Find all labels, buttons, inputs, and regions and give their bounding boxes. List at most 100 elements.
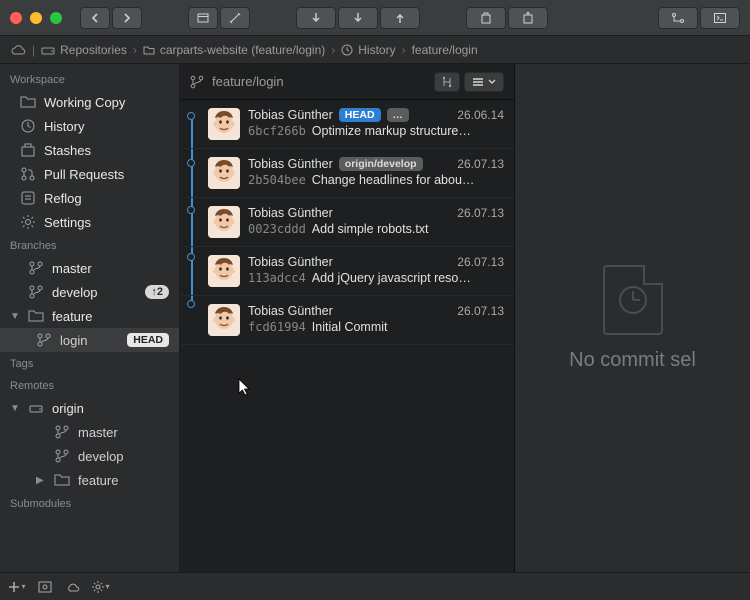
avatar [208, 304, 240, 336]
commit-message: Initial Commit [312, 320, 504, 334]
commit-author: Tobias Günther [248, 304, 333, 318]
chevron-right-icon: › [133, 43, 137, 57]
branch-item-develop[interactable]: develop↑2 [0, 280, 179, 304]
empty-state-text: No commit sel [569, 349, 696, 372]
branch-label: master [52, 261, 169, 276]
zoom-window[interactable] [50, 12, 62, 24]
branch-label: develop [52, 285, 137, 300]
commit-hash: 113adcc4 [248, 271, 306, 285]
toolbar-push-icon[interactable] [380, 7, 420, 29]
drive-icon [41, 44, 55, 56]
nav-back-button[interactable] [80, 7, 110, 29]
avatar [208, 108, 240, 140]
commit-date: 26.07.13 [457, 255, 504, 269]
commit-row[interactable]: Tobias Günther 26.07.13 fcd61994 Initial… [180, 296, 514, 345]
sidebar-item-label: History [44, 119, 169, 134]
breadcrumb-repos[interactable]: Repositories [41, 43, 127, 57]
clock-icon [20, 118, 36, 134]
breadcrumb-repo[interactable]: carparts-website (feature/login) [143, 43, 325, 57]
toolbar-stash-icon[interactable] [466, 7, 506, 29]
add-button[interactable]: ▾ [8, 578, 26, 596]
ref-badge: origin/develop [339, 157, 423, 171]
commit-hash: 0023cddd [248, 222, 306, 236]
remote-item-origin[interactable]: ▼ origin [0, 396, 179, 420]
compare-branch-button[interactable] [434, 72, 460, 92]
cloud-icon[interactable] [64, 578, 82, 596]
toolbar-pull-icon[interactable] [296, 7, 336, 29]
close-window[interactable] [10, 12, 22, 24]
branch-item-feature[interactable]: ▼ feature [0, 304, 179, 328]
avatar [208, 157, 240, 189]
more-refs-badge[interactable]: … [387, 108, 410, 122]
view-mode-dropdown[interactable] [464, 72, 504, 92]
branch-label: feature [52, 309, 169, 324]
commit-author: Tobias Günther [248, 108, 333, 122]
sidebar-section-workspace: Workspace [0, 68, 179, 90]
commit-author: Tobias Günther [248, 157, 333, 171]
commit-row[interactable]: Tobias Günther 26.07.13 0023cddd Add sim… [180, 198, 514, 247]
sidebar-item-reflog[interactable]: Reflog [0, 186, 179, 210]
cloud-icon[interactable] [10, 44, 26, 56]
sidebar-item-history[interactable]: History [0, 114, 179, 138]
sidebar-item-settings[interactable]: Settings [0, 210, 179, 234]
commit-row[interactable]: Tobias Günther 26.07.13 113adcc4 Add jQu… [180, 247, 514, 296]
breadcrumb-ref[interactable]: feature/login [412, 43, 478, 57]
breadcrumb: | Repositories › carparts-website (featu… [0, 36, 750, 64]
branch-item-login[interactable]: loginHEAD [0, 328, 179, 352]
commit-author: Tobias Günther [248, 255, 333, 269]
sidebar-item-label: Stashes [44, 143, 169, 158]
folder-icon [143, 44, 155, 56]
sidebar-section-remotes: Remotes [0, 374, 179, 396]
remote-branch-master[interactable]: master [0, 420, 179, 444]
remote-branch-feature[interactable]: ▶ feature [0, 468, 179, 492]
breadcrumb-view[interactable]: History [341, 43, 395, 57]
nav-forward-button[interactable] [112, 7, 142, 29]
toolbar-gitflow-icon[interactable] [658, 7, 698, 29]
commit-date: 26.07.13 [457, 157, 504, 171]
head-badge: HEAD [127, 333, 169, 347]
folder-icon [54, 472, 70, 488]
toolbar-stash-pop-icon[interactable] [508, 7, 548, 29]
commit-detail-panel: No commit sel [515, 64, 750, 572]
commit-list[interactable]: Tobias Günther HEAD… 26.06.14 6bcf266b O… [180, 100, 514, 572]
toolbar-terminal-icon[interactable] [700, 7, 740, 29]
settings-gear-icon[interactable]: ▾ [92, 578, 110, 596]
branch-icon [28, 284, 44, 300]
chevron-right-icon: › [402, 43, 406, 57]
remote-label: origin [52, 401, 169, 416]
minimize-window[interactable] [30, 12, 42, 24]
chevron-right-icon: › [331, 43, 335, 57]
sidebar-item-label: Pull Requests [44, 167, 169, 182]
breadcrumb-repos-label: Repositories [60, 43, 127, 57]
quicklook-icon[interactable] [36, 578, 54, 596]
toolbar-magic-icon[interactable] [220, 7, 250, 29]
sidebar-item-working-copy[interactable]: Working Copy [0, 90, 179, 114]
chevron-down-icon [488, 79, 496, 85]
commit-row[interactable]: Tobias Günther origin/develop 26.07.13 2… [180, 149, 514, 198]
titlebar [0, 0, 750, 36]
toolbar-window-icon[interactable] [188, 7, 218, 29]
branch-item-master[interactable]: master [0, 256, 179, 280]
folder-icon [20, 94, 36, 110]
window-controls [10, 12, 62, 24]
clock-icon [619, 286, 647, 314]
remote-branch-develop[interactable]: develop [0, 444, 179, 468]
stash-icon [20, 142, 36, 158]
commit-row[interactable]: Tobias Günther HEAD… 26.06.14 6bcf266b O… [180, 100, 514, 149]
commit-message: Change headlines for abou… [312, 173, 504, 187]
branch-icon [54, 448, 70, 464]
statusbar: ▾ ▾ [0, 572, 750, 600]
sidebar-item-pull-requests[interactable]: Pull Requests [0, 162, 179, 186]
remote-branch-label: develop [78, 449, 169, 464]
head-badge: HEAD [339, 108, 381, 122]
chevron-right-icon: ▶ [36, 475, 46, 486]
sidebar-item-stashes[interactable]: Stashes [0, 138, 179, 162]
branch-name-label[interactable]: feature/login [212, 74, 284, 89]
sidebar: Workspace Working Copy History Stashes P… [0, 64, 180, 572]
toolbar-fetch-icon[interactable] [338, 7, 378, 29]
chevron-down-icon: ▼ [10, 403, 20, 414]
reflog-icon [20, 190, 36, 206]
sidebar-section-tags: Tags [0, 352, 179, 374]
sidebar-section-submodules: Submodules [0, 492, 179, 514]
commit-date: 26.06.14 [457, 108, 504, 122]
